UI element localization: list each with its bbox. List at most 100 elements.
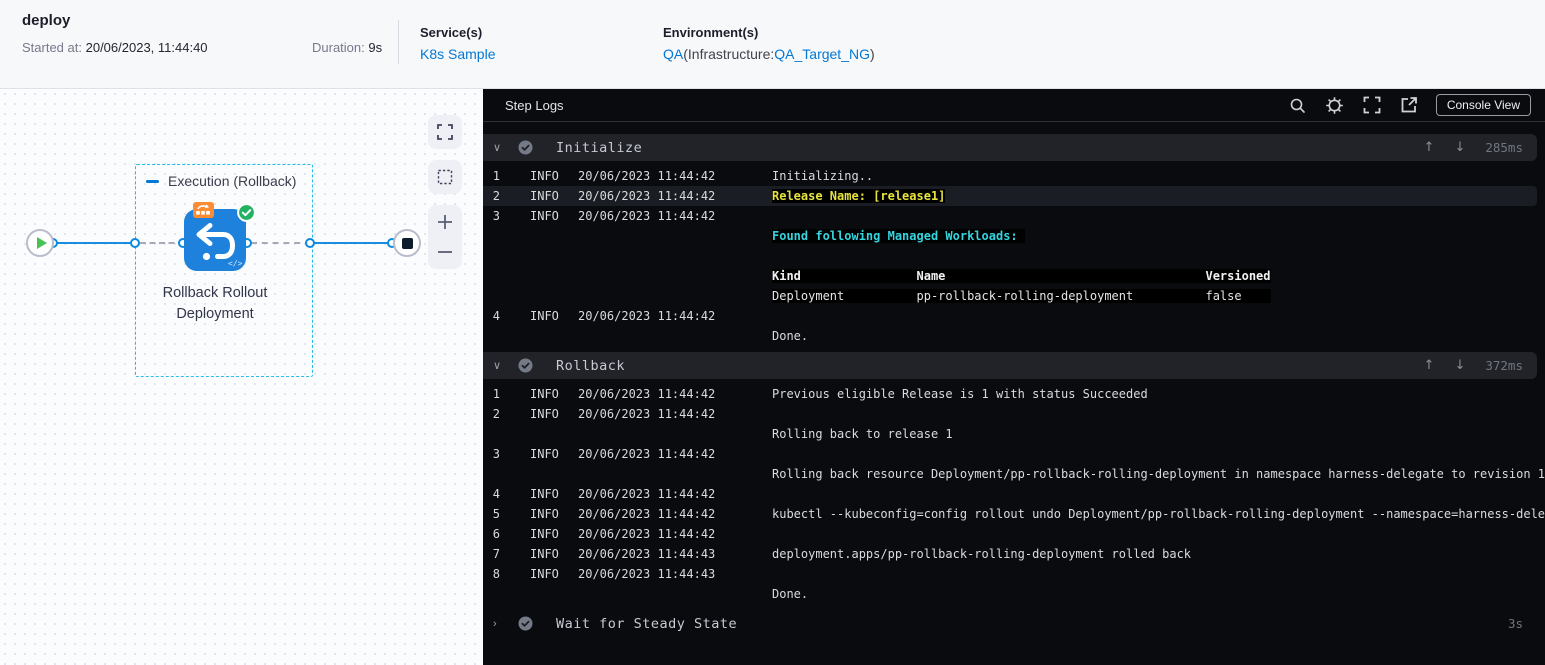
log-line-timestamp: 20/06/2023 11:44:42 (578, 407, 716, 421)
log-line-timestamp: 20/06/2023 11:44:42 (578, 209, 716, 223)
environment-link[interactable]: QA (663, 46, 683, 62)
search-icon[interactable] (1288, 95, 1308, 115)
chevron-right-icon[interactable]: › (493, 618, 507, 630)
log-line-message: Done. (772, 329, 809, 343)
log-line-message: Found following Managed Workloads: (772, 229, 1025, 243)
stop-icon (401, 237, 413, 249)
console-header: Step Logs Console View (483, 89, 1545, 122)
log-line-number: 1 (492, 169, 500, 183)
log-line: 2 INFO 20/06/2023 11:44:42 (483, 404, 1545, 424)
status-success-icon (518, 616, 533, 631)
marquee-select-button[interactable] (428, 160, 462, 194)
log-line-message: Deployment pp-rollback-rolling-deploymen… (772, 289, 1271, 303)
log-line-message: Previous eligible Release is 1 with stat… (772, 387, 1148, 401)
started-at: Started at: 20/06/2023, 11:44:40 (22, 40, 208, 55)
log-line: 3 INFO 20/06/2023 11:44:42 (483, 206, 1545, 226)
log-line: Found following Managed Workloads: (483, 226, 1545, 246)
log-line-timestamp: 20/06/2023 11:44:42 (578, 527, 716, 541)
log-line-number: 3 (492, 447, 500, 461)
rollout-badge-icon (193, 202, 214, 218)
log-line-level: INFO (530, 407, 559, 421)
log-line-timestamp: 20/06/2023 11:44:42 (578, 387, 716, 401)
log-line-timestamp: 20/06/2023 11:44:43 (578, 567, 716, 581)
fit-to-screen-button[interactable] (428, 115, 462, 149)
log-section-header-rollback[interactable]: ∨ Rollback ↑ ↓ 372ms (483, 352, 1537, 379)
infrastructure-prefix: (Infrastructure: (683, 46, 775, 62)
pipeline-graph-canvas[interactable]: Execution (Rollback) </> Rollback Rollou… (0, 89, 483, 665)
zoom-controls (428, 205, 462, 269)
scroll-to-top-icon[interactable]: ↑ (1424, 358, 1435, 373)
log-line-number: 3 (492, 209, 500, 223)
log-line-number: 2 (492, 189, 500, 203)
log-section-header-initialize[interactable]: ∨ Initialize ↑ ↓ 285ms (483, 134, 1537, 161)
chevron-down-icon[interactable]: ∨ (493, 359, 507, 372)
log-line: 2 INFO 20/06/2023 11:44:42 Release Name: [r… (483, 186, 1537, 206)
log-line-number: 1 (492, 387, 500, 401)
status-success-icon (518, 140, 533, 155)
log-line-level: INFO (530, 209, 559, 223)
minus-icon (438, 251, 452, 254)
log-line-timestamp: 20/06/2023 11:44:42 (578, 169, 716, 183)
log-line: 1 INFO 20/06/2023 11:44:42 Previous eligibl… (483, 384, 1545, 404)
step-logs-console: Step Logs Console View ∨ Initialize ↑ ↓ … (483, 89, 1545, 665)
log-line-message: Kind Name Versioned (772, 269, 1271, 283)
connector-ring (305, 238, 315, 248)
log-line-level: INFO (530, 547, 559, 561)
fullscreen-icon (437, 124, 453, 140)
end-node (393, 229, 421, 257)
duration-label: Duration: (312, 40, 365, 55)
log-line-number: 4 (492, 309, 500, 323)
console-view-button[interactable]: Console View (1435, 94, 1531, 116)
log-line: 1 INFO 20/06/2023 11:44:42 Initializing.. (483, 166, 1545, 186)
section-duration: 3s (1507, 616, 1523, 631)
console-title: Step Logs (505, 97, 564, 113)
fullscreen-icon[interactable] (1362, 95, 1382, 115)
log-line: Rolling back to release 1 (483, 424, 1545, 444)
log-line-level: INFO (530, 507, 559, 521)
log-line: Rolling back resource Deployment/pp-roll… (483, 464, 1545, 484)
log-line-level: INFO (530, 387, 559, 401)
log-line-timestamp: 20/06/2023 11:44:43 (578, 547, 716, 561)
log-line: Kind Name Versioned (483, 266, 1545, 286)
log-line: 5 INFO 20/06/2023 11:44:42 kubectl --kubeco… (483, 504, 1545, 524)
stage-label: Execution (Rollback) (168, 173, 297, 189)
step-node-rollback-rollout-deployment[interactable]: </> (184, 202, 256, 271)
log-line-level: INFO (530, 527, 559, 541)
service-link[interactable]: K8s Sample (420, 46, 495, 62)
duration-value: 9s (368, 40, 383, 55)
chevron-down-icon[interactable]: ∨ (493, 141, 507, 154)
marquee-select-icon (437, 169, 453, 185)
log-line: 8 INFO 20/06/2023 11:44:43 (483, 564, 1545, 584)
edge-step-to-stage (251, 242, 311, 244)
scroll-to-bottom-icon[interactable]: ↓ (1454, 358, 1465, 373)
log-line-number: 5 (492, 507, 500, 521)
started-at-value: 20/06/2023, 11:44:40 (85, 40, 208, 55)
edge-stage-to-end (313, 242, 393, 244)
svg-text:</>: </> (228, 259, 243, 268)
log-line-level: INFO (530, 169, 559, 183)
scroll-to-top-icon[interactable]: ↑ (1424, 140, 1435, 155)
start-node (26, 229, 54, 257)
zoom-in-button[interactable] (428, 208, 462, 236)
infrastructure-link[interactable]: QA_Target_NG (774, 46, 870, 62)
log-line: Done. (483, 326, 1545, 346)
log-section-title: Rollback (556, 357, 626, 374)
log-line-message: Initializing.. (772, 169, 874, 183)
infrastructure-suffix: ) (869, 46, 875, 62)
log-scroll-area[interactable]: ∨ Initialize ↑ ↓ 285ms 1 INFO 20/06/2023 11:44:… (483, 122, 1545, 665)
duration: Duration: 9s (312, 40, 382, 55)
pipeline-execution-page: deploy Started at: 20/06/2023, 11:44:40 … (0, 0, 1545, 665)
scroll-to-bottom-icon[interactable]: ↓ (1454, 140, 1465, 155)
log-line-level: INFO (530, 487, 559, 501)
log-section-header-wait-for-steady-state[interactable]: › Wait for Steady State 3s (483, 610, 1537, 637)
settings-gear-icon[interactable] (1325, 95, 1345, 115)
status-success-icon (518, 358, 533, 373)
log-line: 6 INFO 20/06/2023 11:44:42 (483, 524, 1545, 544)
log-line-message: kubectl --kubeconfig=config rollout undo… (772, 507, 1545, 521)
log-section-body-rollback: 1 INFO 20/06/2023 11:44:42 Previous eligibl… (483, 379, 1545, 610)
environments-label: Environment(s) (663, 25, 759, 40)
collapse-stage-icon[interactable] (146, 179, 159, 183)
zoom-out-button[interactable] (428, 238, 462, 266)
open-in-new-icon[interactable] (1399, 95, 1419, 115)
